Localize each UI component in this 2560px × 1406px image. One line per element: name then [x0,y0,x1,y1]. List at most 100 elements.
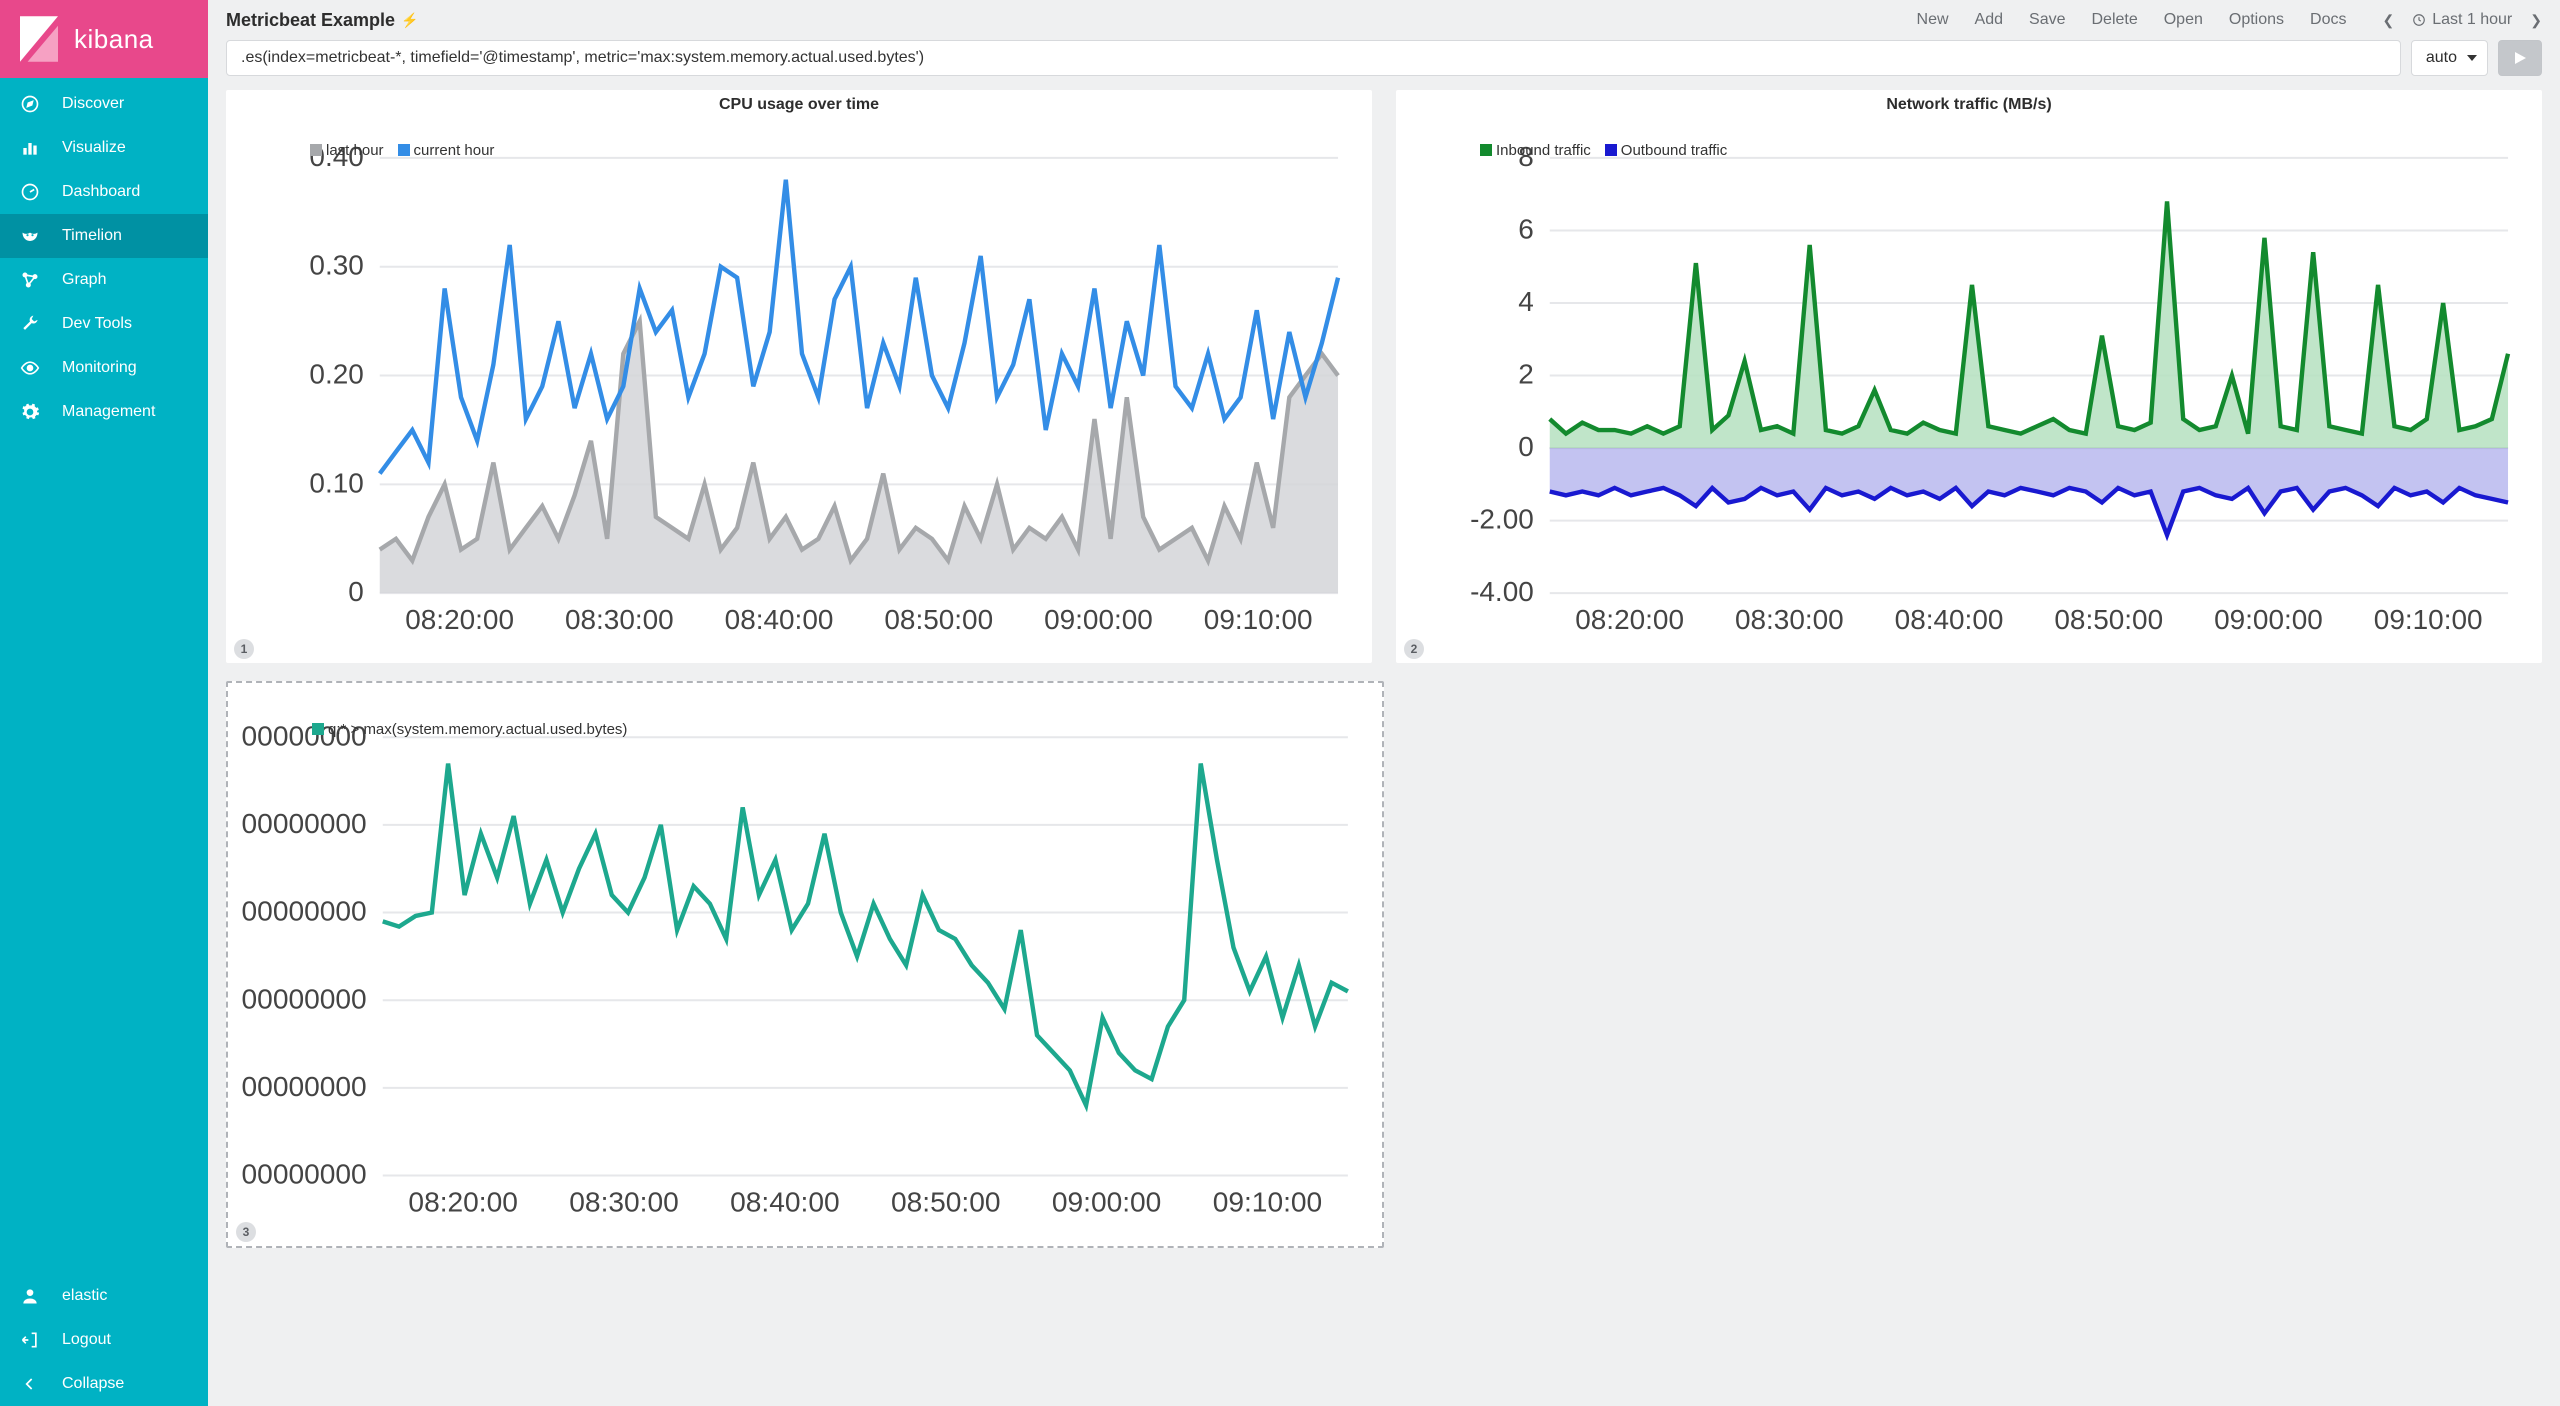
svg-text:2: 2 [1518,359,1534,390]
svg-text:09:00:00: 09:00:00 [2214,604,2323,635]
chevron-right-icon[interactable]: ❯ [2530,12,2542,29]
svg-text:08:30:00: 08:30:00 [1735,604,1844,635]
sidebar-item-discover[interactable]: Discover [0,82,208,126]
sidebar-item-collapse[interactable]: Collapse [0,1362,208,1406]
svg-text:-4.00: -4.00 [1470,576,1534,607]
gauge-icon [20,182,40,202]
svg-text:0.30: 0.30 [309,250,363,281]
panel-title: CPU usage over time [226,90,1372,114]
svg-text:08:40:00: 08:40:00 [725,604,834,635]
bolt-icon: ⚡ [401,12,418,29]
svg-text:08:20:00: 08:20:00 [1575,604,1684,635]
sidebar-item-label: Collapse [62,1375,124,1393]
sidebar-item-label: Dashboard [62,183,140,201]
workspace: CPU usage over time last hour current hour… [208,86,2560,1406]
kibana-logo-icon [20,16,58,62]
svg-text:08:40:00: 08:40:00 [1895,604,2004,635]
panel-index-badge: 1 [234,639,254,659]
sidebar-item-label: Dev Tools [62,315,132,333]
sidebar-item-label: Visualize [62,139,126,157]
svg-text:08:50:00: 08:50:00 [891,1187,1000,1218]
main: Metricbeat Example ⚡ New Add Save Delete Ope… [208,0,2560,1406]
collapse-icon [20,1374,40,1394]
legend-item: current hour [398,142,495,159]
svg-text:-2.00: -2.00 [1470,504,1534,535]
sidebar-item-elastic[interactable]: elastic [0,1274,208,1318]
svg-text:08:50:00: 08:50:00 [2054,604,2163,635]
panel-network[interactable]: Network traffic (MB/s)Inbound trafficOut… [1396,90,2542,663]
legend-item: last hour [310,142,384,159]
sidebar-item-label: Graph [62,271,106,289]
interval-select[interactable]: auto [2411,40,2488,76]
svg-text:0.10: 0.10 [309,467,363,498]
play-button[interactable] [2498,40,2542,76]
brand-header[interactable]: kibana [0,0,208,78]
svg-text:0.20: 0.20 [309,359,363,390]
play-icon [2512,50,2528,66]
svg-text:6: 6 [1518,213,1534,244]
svg-text:08:30:00: 08:30:00 [569,1187,678,1218]
svg-text:08:20:00: 08:20:00 [405,604,514,635]
timepicker[interactable]: Last 1 hour [2412,11,2512,29]
sidebar-item-label: Management [62,403,155,421]
svg-text:13000000000: 13000000000 [242,808,367,839]
svg-text:12000000000: 12000000000 [242,983,367,1014]
caret-down-icon [2467,53,2477,63]
sidebar-item-visualize[interactable]: Visualize [0,126,208,170]
svg-text:09:10:00: 09:10:00 [1204,604,1313,635]
sidebar-item-dashboard[interactable]: Dashboard [0,170,208,214]
toolbar-add[interactable]: Add [1975,11,2003,29]
toolbar-options[interactable]: Options [2229,11,2284,29]
sidebar-item-monitoring[interactable]: Monitoring [0,346,208,390]
sidebar-item-logout[interactable]: Logout [0,1318,208,1362]
chevron-left-icon[interactable]: ❮ [2382,12,2394,29]
legend-item: Inbound traffic [1480,142,1591,159]
panel-cpu[interactable]: CPU usage over time last hour current hour… [226,90,1372,663]
toolbar-delete[interactable]: Delete [2091,11,2137,29]
svg-text:11000000000: 11000000000 [242,1159,367,1190]
sidebar-item-timelion[interactable]: Timelion [0,214,208,258]
chart-svg: -4.00-2.000246808:20:0008:30:0008:40:000… [1410,118,2528,637]
graph-icon [20,270,40,290]
svg-text:09:10:00: 09:10:00 [2374,604,2483,635]
svg-text:08:40:00: 08:40:00 [730,1187,839,1218]
sidebar-item-label: Timelion [62,227,122,245]
sheet-title: Metricbeat Example ⚡ [226,10,419,31]
svg-text:11500000000: 11500000000 [242,1071,367,1102]
svg-text:09:10:00: 09:10:00 [1213,1187,1322,1218]
svg-text:12500000000: 12500000000 [242,896,367,927]
toolbar-docs[interactable]: Docs [2310,11,2346,29]
sidebar-item-graph[interactable]: Graph [0,258,208,302]
clock-icon [2412,13,2426,27]
compass-icon [20,94,40,114]
toolbar-save[interactable]: Save [2029,11,2065,29]
svg-text:09:00:00: 09:00:00 [1052,1187,1161,1218]
sidebar-item-management[interactable]: Management [0,390,208,434]
toolbar-new[interactable]: New [1917,11,1949,29]
chart-svg: 11000000000 11500000000 12000000000 1250000… [242,697,1368,1220]
panel-index-badge: 2 [1404,639,1424,659]
brand-name: kibana [74,24,154,55]
svg-text:0: 0 [1518,431,1534,462]
sidebar-item-label: Discover [62,95,124,113]
mask-icon [20,226,40,246]
logout-icon [20,1330,40,1350]
expression-input[interactable] [226,40,2401,76]
svg-text:0: 0 [348,576,364,607]
sidebar: kibana Discover Visualize Dashboard Timelio… [0,0,208,1406]
svg-text:08:30:00: 08:30:00 [565,604,674,635]
svg-text:08:50:00: 08:50:00 [884,604,993,635]
sidebar-item-label: elastic [62,1287,107,1305]
toolbar-open[interactable]: Open [2164,11,2203,29]
chart-svg: 00.100.200.300.4008:20:0008:30:0008:40:0… [240,118,1358,637]
legend-item: Outbound traffic [1605,142,1727,159]
query-row: auto [208,40,2560,86]
panel-memory[interactable]: q:* > max(system.memory.actual.used.byte… [226,681,1384,1248]
svg-text:4: 4 [1518,286,1534,317]
user-icon [20,1286,40,1306]
sidebar-item-label: Monitoring [62,359,137,377]
eye-icon [20,358,40,378]
gear-icon [20,402,40,422]
wrench-icon [20,314,40,334]
sidebar-item-dev-tools[interactable]: Dev Tools [0,302,208,346]
